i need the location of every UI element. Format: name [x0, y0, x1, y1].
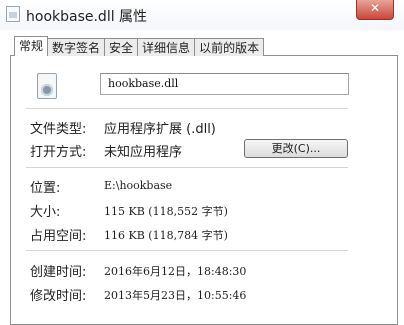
tab-general[interactable]: 常规 — [14, 36, 49, 56]
divider — [26, 167, 348, 168]
file-type-value: 应用程序扩展 (.dll) — [104, 122, 216, 137]
modified-label: 修改时间: — [30, 289, 87, 304]
file-name-field[interactable]: hookbase.dll — [100, 73, 349, 95]
created-label: 创建时间: — [30, 265, 87, 280]
file-icon — [6, 6, 20, 22]
opens-with-label: 打开方式: — [30, 145, 87, 160]
tab-details[interactable]: 详细信息 — [137, 38, 196, 56]
size-on-disk-value: 116 KB (118,784 字节) — [104, 229, 228, 242]
title-bar: hookbase.dll 属性 ✕ — [0, 0, 404, 30]
close-icon: ✕ — [369, 1, 381, 15]
divider — [26, 108, 348, 109]
divider — [26, 250, 348, 251]
opens-with-value: 未知应用程序 — [104, 145, 183, 160]
dll-file-icon — [37, 73, 57, 99]
file-type-label: 文件类型: — [30, 122, 87, 137]
created-value: 2016年6月12日，18:48:30 — [104, 265, 247, 278]
size-on-disk-label: 占用空间: — [30, 229, 87, 244]
location-label: 位置: — [30, 181, 61, 196]
size-label: 大小: — [30, 205, 61, 220]
tab-digital-signatures[interactable]: 数字签名 — [47, 38, 106, 56]
tab-previous-versions[interactable]: 以前的版本 — [194, 38, 265, 56]
location-value: E:\hookbase — [104, 179, 173, 192]
gear-icon — [41, 84, 53, 96]
window-title: hookbase.dll 属性 — [26, 9, 148, 25]
change-button[interactable]: 更改(C)... — [244, 139, 348, 158]
tab-security[interactable]: 安全 — [104, 38, 139, 56]
close-button[interactable]: ✕ — [356, 0, 394, 20]
modified-value: 2013年5月23日，10:55:46 — [104, 289, 247, 302]
size-value: 115 KB (118,552 字节) — [104, 205, 228, 218]
tab-strip: 常规 数字签名 安全 详细信息 以前的版本 — [14, 36, 265, 56]
